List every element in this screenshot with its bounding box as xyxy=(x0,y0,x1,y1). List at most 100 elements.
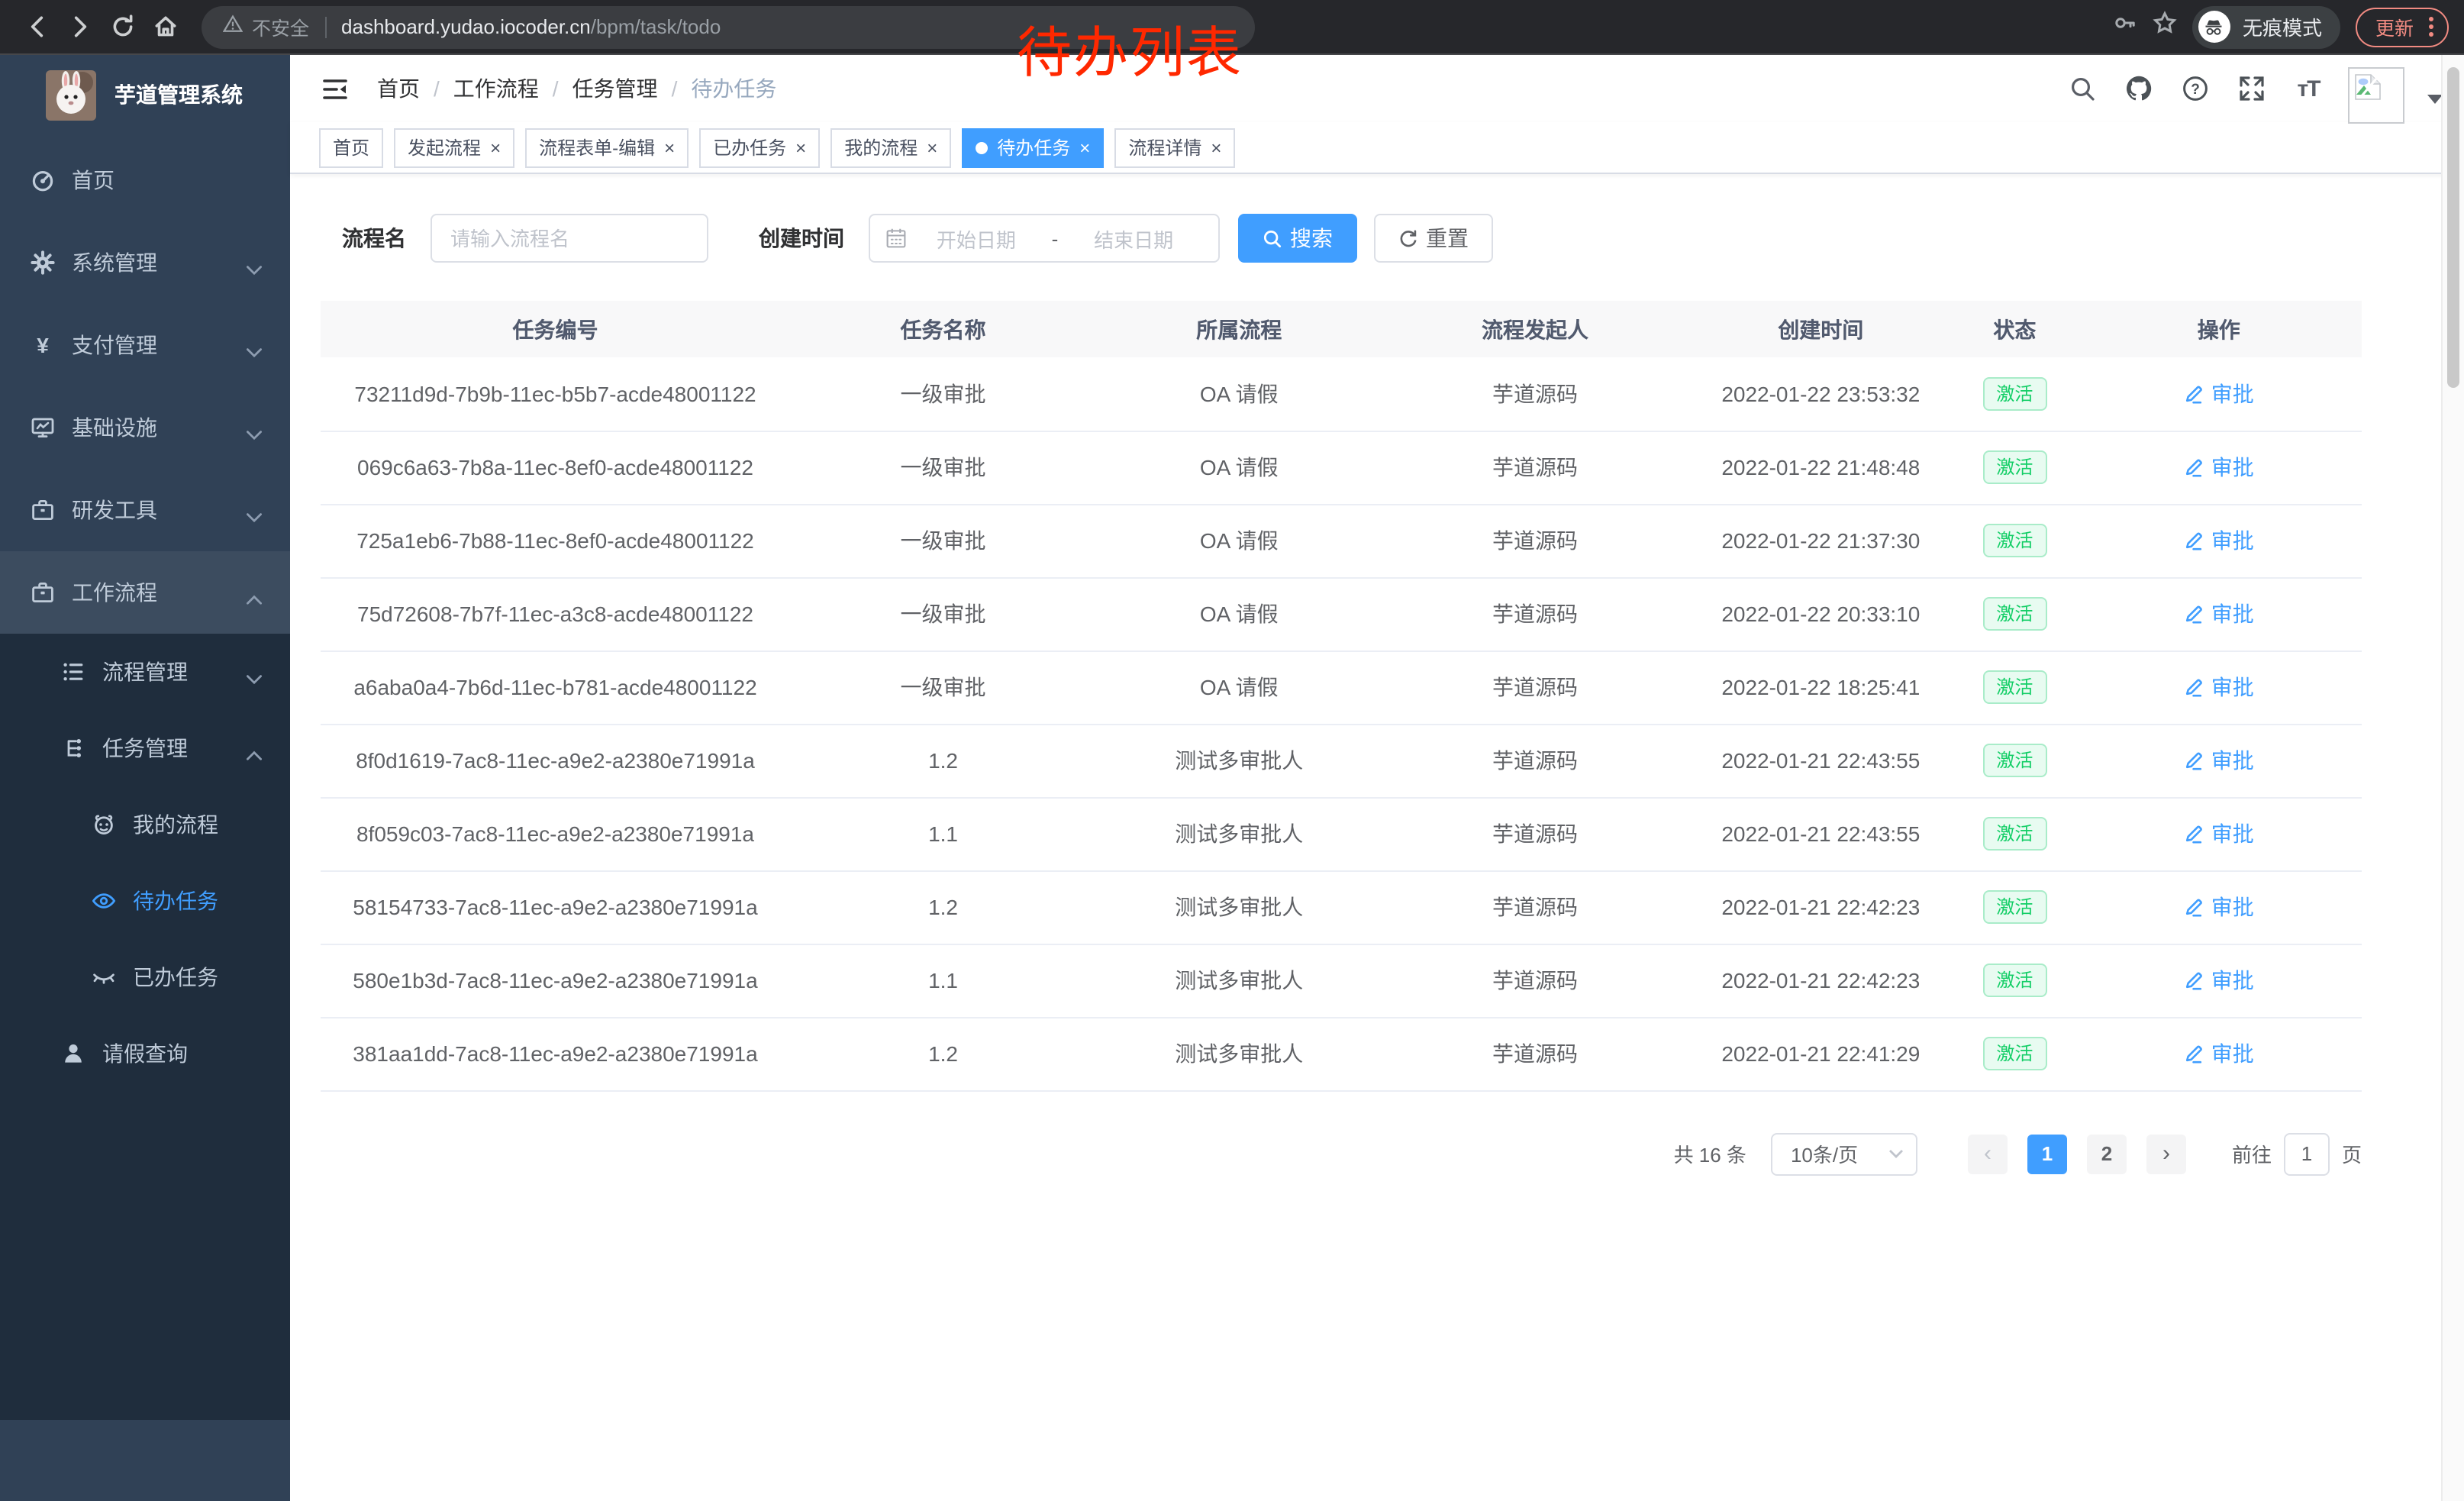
divider xyxy=(324,16,326,37)
sidebar-collapse-icon[interactable] xyxy=(316,70,353,107)
tab-待办任务[interactable]: 待办任务× xyxy=(962,128,1104,167)
cell-starter: 芋道源码 xyxy=(1382,577,1688,650)
search-icon[interactable] xyxy=(2066,72,2099,105)
scrollbar-thumb[interactable] xyxy=(2447,67,2459,388)
page-number-2[interactable]: 2 xyxy=(2087,1134,2127,1173)
cell-status: 激活 xyxy=(1953,577,2075,650)
approve-link[interactable]: 审批 xyxy=(2184,452,2254,483)
cell-process: OA 请假 xyxy=(1096,504,1382,577)
sidebar-item-leave-query[interactable]: 请假查询 xyxy=(0,1015,290,1092)
date-end-placeholder[interactable]: 结束日期 xyxy=(1064,224,1203,253)
fullscreen-icon[interactable] xyxy=(2235,72,2269,105)
sidebar-item-todo-task[interactable]: 待办任务 xyxy=(0,863,290,939)
tab-发起流程[interactable]: 发起流程× xyxy=(394,128,514,167)
cell-action: 审批 xyxy=(2076,724,2362,797)
dashboard-icon xyxy=(31,168,55,192)
back-icon[interactable] xyxy=(15,5,58,48)
browser-menu-icon[interactable] xyxy=(2424,17,2438,37)
jump-page-input[interactable] xyxy=(2284,1132,2330,1175)
column-header: 所属流程 xyxy=(1096,301,1382,357)
reset-button[interactable]: 重置 xyxy=(1374,214,1493,263)
page-size-select[interactable]: 10条/页 xyxy=(1771,1132,1917,1175)
next-page-button[interactable]: › xyxy=(2146,1134,2186,1173)
approve-link[interactable]: 审批 xyxy=(2184,525,2254,556)
cell-process: OA 请假 xyxy=(1096,431,1382,504)
sidebar-item-dev-tools[interactable]: 研发工具 xyxy=(0,469,290,551)
reload-icon[interactable] xyxy=(101,5,144,48)
sidebar-item-my-process[interactable]: 我的流程 xyxy=(0,786,290,863)
avatar-dropdown-icon[interactable] xyxy=(2427,95,2443,104)
sidebar-item-label: 系统管理 xyxy=(72,247,157,278)
breadcrumb-item[interactable]: 首页 xyxy=(377,73,420,104)
chevron-up-icon xyxy=(246,742,263,767)
sidebar-item-system[interactable]: 系统管理 xyxy=(0,221,290,304)
github-icon[interactable] xyxy=(2122,72,2156,105)
approve-link[interactable]: 审批 xyxy=(2184,1038,2254,1069)
help-icon[interactable]: ? xyxy=(2179,72,2212,105)
tab-首页[interactable]: 首页 xyxy=(319,128,383,167)
cell-name: 1.2 xyxy=(790,724,1096,797)
approve-link[interactable]: 审批 xyxy=(2184,672,2254,702)
cell-id: 8f0d1619-7ac8-11ec-a9e2-a2380e71991a xyxy=(321,724,790,797)
tab-流程详情[interactable]: 流程详情 × xyxy=(1114,128,1235,167)
approve-link[interactable]: 审批 xyxy=(2184,599,2254,629)
jump-prefix: 前往 xyxy=(2232,1139,2272,1168)
incognito-label: 无痕模式 xyxy=(2243,12,2322,41)
user-avatar[interactable] xyxy=(2348,66,2404,123)
edit-pencil-icon xyxy=(2184,823,2205,844)
font-size-icon[interactable]: тT xyxy=(2291,72,2325,105)
tab-流程表单-编辑[interactable]: 流程表单-编辑× xyxy=(525,128,689,167)
tab-close-icon[interactable]: × xyxy=(927,138,937,157)
tab-已办任务[interactable]: 已办任务× xyxy=(699,128,820,167)
sidebar-item-label: 流程管理 xyxy=(102,657,188,687)
chevron-down-icon xyxy=(246,339,263,363)
tab-close-icon[interactable]: × xyxy=(1211,138,1221,157)
date-start-placeholder[interactable]: 开始日期 xyxy=(907,224,1046,253)
sidebar-item-payment[interactable]: ¥支付管理 xyxy=(0,304,290,386)
pagination: 共 16 条 10条/页 ‹ 12 › 前往 页 xyxy=(321,1132,2362,1175)
home-icon[interactable] xyxy=(144,5,186,48)
tab-label: 流程详情 xyxy=(1128,134,1201,160)
password-key-icon[interactable] xyxy=(2113,11,2137,43)
sidebar-item-infrastructure[interactable]: 基础设施 xyxy=(0,386,290,469)
breadcrumb-item[interactable]: 工作流程 xyxy=(453,73,539,104)
table-row: a6aba0a4-7b6d-11ec-b781-acde48001122一级审批… xyxy=(321,650,2362,724)
approve-link[interactable]: 审批 xyxy=(2184,818,2254,849)
tab-close-icon[interactable]: × xyxy=(795,138,806,157)
jump-suffix: 页 xyxy=(2342,1139,2362,1168)
breadcrumb-item[interactable]: 任务管理 xyxy=(572,73,658,104)
sidebar-item-task-mgmt[interactable]: 任务管理 xyxy=(0,710,290,786)
process-name-input[interactable] xyxy=(431,214,708,263)
cell-name: 一级审批 xyxy=(790,504,1096,577)
cell-id: 58154733-7ac8-11ec-a9e2-a2380e71991a xyxy=(321,870,790,944)
approve-link[interactable]: 审批 xyxy=(2184,745,2254,776)
sidebar-item-done-task[interactable]: 已办任务 xyxy=(0,939,290,1015)
tags-view: 首页发起流程× 流程表单-编辑× 已办任务× 我的流程× 待办任务× 流程详情 × xyxy=(290,122,2464,174)
cell-time: 2022-01-21 22:42:23 xyxy=(1688,944,1954,1017)
update-button[interactable]: 更新 xyxy=(2356,7,2449,47)
cell-name: 一级审批 xyxy=(790,357,1096,431)
tab-close-icon[interactable]: × xyxy=(664,138,675,157)
approve-link[interactable]: 审批 xyxy=(2184,379,2254,409)
cell-status: 激活 xyxy=(1953,504,2075,577)
chevron-down-icon xyxy=(246,504,263,528)
cell-name: 一级审批 xyxy=(790,431,1096,504)
app-logo[interactable]: 芋道管理系统 xyxy=(0,55,290,134)
annotation-todo-list: 待办列表 xyxy=(1017,9,1243,89)
sidebar-item-process-mgmt[interactable]: 流程管理 xyxy=(0,634,290,710)
chevron-down-icon xyxy=(246,257,263,281)
prev-page-button[interactable]: ‹ xyxy=(1968,1134,2008,1173)
window-scrollbar[interactable] xyxy=(2441,55,2464,1501)
approve-link[interactable]: 审批 xyxy=(2184,892,2254,922)
approve-link[interactable]: 审批 xyxy=(2184,965,2254,996)
bookmark-star-icon[interactable] xyxy=(2153,11,2177,43)
forward-icon[interactable] xyxy=(58,5,101,48)
tab-close-icon[interactable]: × xyxy=(490,138,501,157)
sidebar-item-home[interactable]: 首页 xyxy=(0,139,290,221)
date-range-picker[interactable]: 开始日期 - 结束日期 xyxy=(869,214,1220,263)
tab-我的流程[interactable]: 我的流程× xyxy=(830,128,951,167)
tab-close-icon[interactable]: × xyxy=(1079,138,1090,157)
sidebar-item-workflow[interactable]: 工作流程 xyxy=(0,551,290,634)
search-button[interactable]: 搜索 xyxy=(1238,214,1357,263)
page-number-1[interactable]: 1 xyxy=(2027,1134,2067,1173)
